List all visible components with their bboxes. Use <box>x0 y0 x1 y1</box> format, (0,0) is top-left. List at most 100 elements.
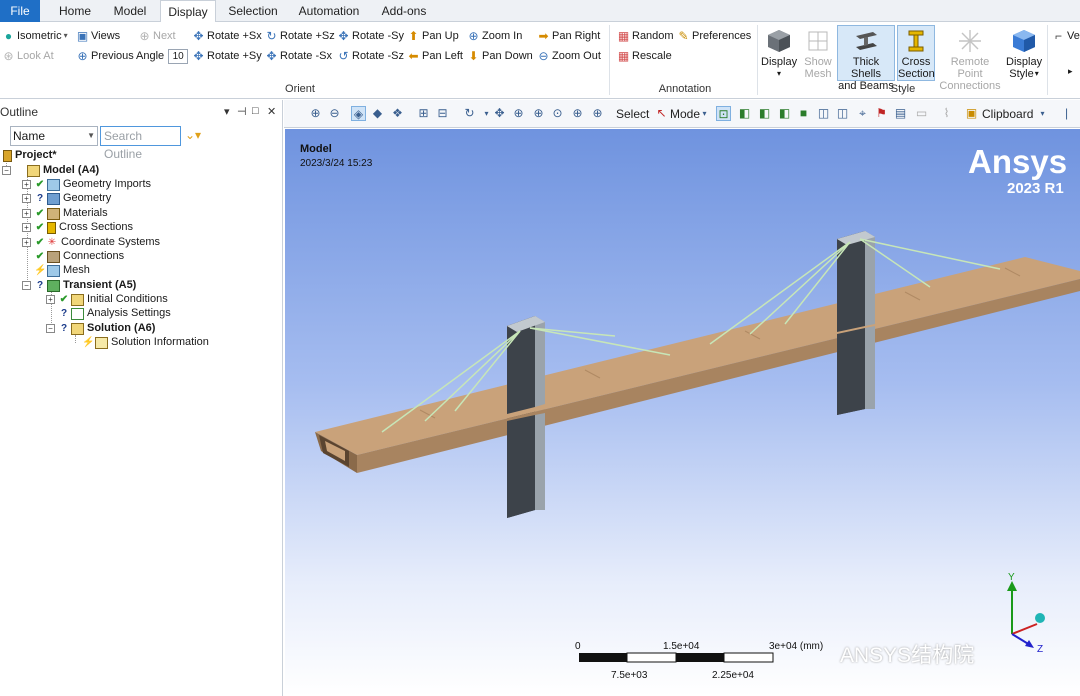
magnifier-icon[interactable]: ⊕ <box>570 106 585 121</box>
menu-home[interactable]: Home <box>50 0 100 22</box>
chevron-down-icon[interactable]: ▾ <box>1035 106 1050 121</box>
look-at-button[interactable]: ⊛ Look At <box>2 47 53 65</box>
outline-menu-icon[interactable]: ▾ <box>224 105 230 118</box>
vertex-button[interactable]: ⌐ Vertex <box>1052 27 1080 45</box>
zoom-in-icon[interactable]: ⊕ <box>308 106 323 121</box>
graph-icon[interactable]: ⌇ <box>939 106 954 121</box>
rescale-button[interactable]: ▦ Rescale <box>617 47 672 65</box>
remote-point-connections-button[interactable]: Remote Point Connections <box>937 25 1003 92</box>
random-button[interactable]: ▦ Random <box>617 27 674 45</box>
zoom-fit-icon[interactable]: ⊙ <box>550 106 565 121</box>
tree-item-mesh[interactable]: ⚡ Mesh <box>34 263 90 278</box>
ruler-icon[interactable]: ▭ <box>914 106 929 121</box>
tree-item-geometry[interactable]: + ? Geometry <box>22 191 111 206</box>
collapse-icon[interactable]: − <box>2 166 11 175</box>
tree-item-project[interactable]: Project* <box>2 148 57 163</box>
mode-dropdown[interactable]: Mode <box>670 106 700 122</box>
select-mode-label[interactable]: Select <box>616 106 649 122</box>
select-element-icon[interactable]: ◫ <box>835 106 850 121</box>
select-edge-icon[interactable]: ◧ <box>737 106 752 121</box>
rotate-minus-sz-button[interactable]: ↺ Rotate -Sz <box>337 47 404 65</box>
clipboard-dropdown[interactable]: Clipboard <box>982 106 1033 122</box>
collapse-icon[interactable]: − <box>22 281 31 290</box>
maximize-icon[interactable]: □ <box>252 105 259 117</box>
chevron-down-icon[interactable]: ▾ <box>697 106 712 121</box>
menu-model[interactable]: Model <box>104 0 156 22</box>
menu-automation[interactable]: Automation <box>292 0 366 22</box>
select-face-icon[interactable]: ◧ <box>757 106 772 121</box>
thick-shells-beams-button[interactable]: Thick Shells and Beams <box>837 25 895 92</box>
display-options-icon[interactable]: ❖ <box>390 106 405 121</box>
zoom-out-button[interactable]: ⊖ Zoom Out <box>537 47 600 65</box>
graphics-viewport[interactable]: Model 2023/3/24 15:23 Ansys 2023 R1 0 1.… <box>285 129 1080 696</box>
menu-addons[interactable]: Add-ons <box>376 0 432 22</box>
rotate-icon[interactable]: ↻ <box>462 106 477 121</box>
expand-icon[interactable]: + <box>22 180 31 189</box>
clipboard-icon[interactable]: ▣ <box>964 106 979 121</box>
pan-left-button[interactable]: ⬅ Pan Left <box>407 47 463 65</box>
menu-file[interactable]: File <box>0 0 40 22</box>
select-body-icon[interactable]: ⊟ <box>435 106 450 121</box>
expand-icon[interactable]: + <box>22 223 31 232</box>
tree-item-transient[interactable]: − ? Transient (A5) <box>22 278 136 293</box>
label-icon[interactable]: ⚑ <box>874 106 889 121</box>
display-button[interactable]: Display ▾ <box>760 25 798 81</box>
tree-item-model[interactable]: − Model (A4) <box>2 163 99 178</box>
previous-button[interactable]: ⊕ Previous <box>76 47 133 65</box>
tree-item-solution[interactable]: − ? Solution (A6) <box>46 321 155 336</box>
rotate-plus-sz-button[interactable]: ↻ Rotate +Sz <box>265 27 334 45</box>
shaded-display-icon[interactable]: ◆ <box>370 106 385 121</box>
select-element-face-icon[interactable]: ◫ <box>816 106 831 121</box>
select-body-icon[interactable]: ◧ <box>777 106 792 121</box>
cursor-icon[interactable]: ↖ <box>654 106 669 121</box>
select-node-icon[interactable]: ■ <box>796 106 811 121</box>
name-filter-select[interactable]: Name ▼ <box>10 126 98 146</box>
scroll-right-icon[interactable]: ▸ <box>1068 62 1073 80</box>
toolbar-overflow-icon[interactable]: | <box>1059 106 1074 121</box>
expand-icon[interactable]: + <box>22 238 31 247</box>
previous-view-icon[interactable]: ⊕ <box>590 106 605 121</box>
zoom-icon[interactable]: ⊕ <box>511 106 526 121</box>
close-icon[interactable]: ✕ <box>267 105 276 118</box>
expand-icon[interactable]: + <box>22 194 31 203</box>
rotate-plus-sx-button[interactable]: ✥ Rotate +Sx <box>192 27 261 45</box>
views-button[interactable]: ▣ Views <box>76 27 120 45</box>
pan-right-button[interactable]: ➡ Pan Right <box>537 27 600 45</box>
search-outline-input[interactable]: Search Outline <box>100 126 181 161</box>
tree-item-analysis-settings[interactable]: ? Analysis Settings <box>58 306 171 321</box>
rotate-minus-sx-button[interactable]: ✥ Rotate -Sx <box>265 47 332 65</box>
tree-item-materials[interactable]: + ✔ Materials <box>22 206 108 221</box>
rotate-plus-sy-button[interactable]: ✥ Rotate +Sy <box>192 47 261 65</box>
pan-up-button[interactable]: ⬆ Pan Up <box>407 27 458 45</box>
tree-item-coordinate-systems[interactable]: + ✔ ✳ Coordinate Systems <box>22 235 160 250</box>
extend-selection-icon[interactable]: ⌖ <box>855 106 870 121</box>
zoom-in-button[interactable]: ⊕ Zoom In <box>467 27 522 45</box>
collapse-icon[interactable]: − <box>46 324 55 333</box>
isometric-button[interactable]: ● Isometric ▾ <box>2 27 68 45</box>
annotation-icon[interactable]: ▤ <box>893 106 908 121</box>
zoom-out-icon[interactable]: ⊖ <box>327 106 342 121</box>
tree-item-solution-information[interactable]: ⚡ Solution Information <box>82 335 209 350</box>
pan-icon[interactable]: ✥ <box>492 106 507 121</box>
rotate-minus-sy-button[interactable]: ✥ Rotate -Sy <box>337 27 404 45</box>
expand-icon[interactable]: + <box>46 295 55 304</box>
filter-icon[interactable]: ⌄▾ <box>185 128 201 142</box>
expand-icon[interactable]: + <box>22 209 31 218</box>
bridge-model[interactable] <box>285 129 1080 696</box>
tree-item-initial-conditions[interactable]: + ✔ Initial Conditions <box>46 292 168 307</box>
menu-selection[interactable]: Selection <box>222 0 284 22</box>
zoom-box-icon[interactable]: ⊕ <box>531 106 546 121</box>
pan-down-button[interactable]: ⬇ Pan Down <box>467 47 532 65</box>
preferences-button[interactable]: ✎ Preferences <box>677 27 751 45</box>
select-vertex-icon[interactable]: ⊡ <box>716 106 731 121</box>
select-tree-icon[interactable]: ⊞ <box>416 106 431 121</box>
tree-item-connections[interactable]: ✔ Connections <box>34 249 124 264</box>
solid-display-icon[interactable]: ◈ <box>351 106 366 121</box>
pin-icon[interactable]: ⊣ <box>237 105 247 118</box>
menu-display[interactable]: Display <box>160 0 216 23</box>
next-button[interactable]: ⊕ Next <box>138 27 175 45</box>
tree-item-cross-sections[interactable]: + ✔ Cross Sections <box>22 220 133 235</box>
angle-input[interactable]: 10 <box>168 48 189 64</box>
show-mesh-button[interactable]: Show Mesh <box>801 25 835 81</box>
tree-item-geometry-imports[interactable]: + ✔ Geometry Imports <box>22 177 151 192</box>
